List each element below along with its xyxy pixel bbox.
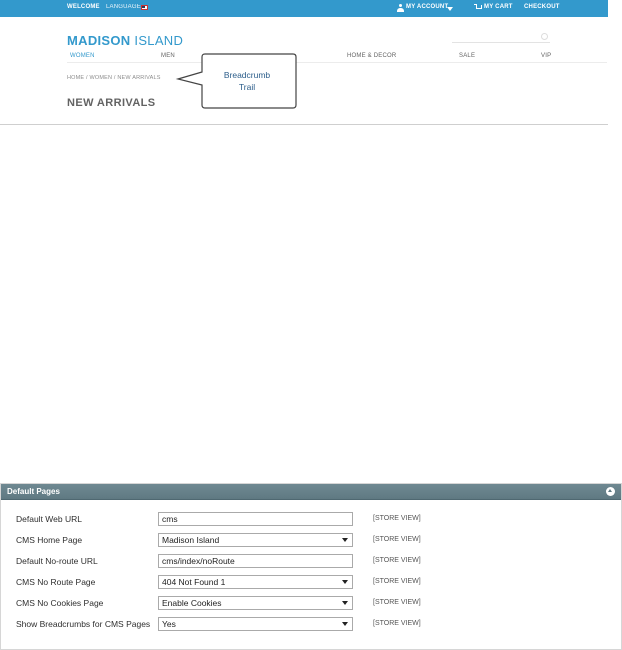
nav-women[interactable]: WOMEN (70, 53, 95, 59)
nav-divider (67, 62, 607, 63)
panel-title: Default Pages (7, 487, 60, 496)
my-cart-link[interactable]: MY CART (484, 4, 513, 10)
collapse-icon[interactable] (606, 487, 615, 496)
config-row-cms-home-page: CMS Home Page Madison Island [STORE VIEW… (1, 533, 621, 555)
field-label: Show Breadcrumbs for CMS Pages (16, 619, 151, 629)
field-label: Default Web URL (16, 514, 82, 524)
nav-men[interactable]: MEN (161, 53, 175, 59)
dropdown-arrow-icon (342, 622, 348, 626)
default-pages-panel: Default Pages Default Web URL [STORE VIE… (0, 483, 622, 650)
breadcrumb[interactable]: HOME / WOMEN / NEW ARRIVALS (67, 75, 161, 81)
show-breadcrumbs-select[interactable]: Yes (158, 617, 353, 631)
breadcrumb-callout: Breadcrumb Trail (175, 53, 297, 109)
scope-label: [STORE VIEW] (373, 515, 421, 522)
cms-no-route-page-select[interactable]: 404 Not Found 1 (158, 575, 353, 589)
nav-sale[interactable]: SALE (459, 53, 475, 59)
scope-label: [STORE VIEW] (373, 578, 421, 585)
store-logo[interactable]: MADISON ISLAND (67, 33, 183, 48)
config-row-default-web-url: Default Web URL [STORE VIEW] (1, 512, 621, 534)
config-row-cms-no-cookies-page: CMS No Cookies Page Enable Cookies [STOR… (1, 596, 621, 618)
us-flag-icon (141, 5, 148, 10)
cart-icon (474, 4, 482, 9)
dropdown-arrow-icon (342, 601, 348, 605)
panel-header[interactable]: Default Pages (1, 484, 621, 500)
callout-line-2: Trail (238, 82, 256, 92)
scope-label: [STORE VIEW] (373, 599, 421, 606)
logo-light: ISLAND (130, 33, 184, 48)
welcome-text: WELCOME (67, 4, 100, 10)
scope-label: [STORE VIEW] (373, 620, 421, 627)
language-switcher[interactable]: LANGUAGE (106, 4, 141, 10)
store-preview: WELCOME LANGUAGE MY ACCOUNT MY CART CHEC… (0, 0, 608, 125)
nav-vip[interactable]: VIP (541, 53, 551, 59)
config-row-show-breadcrumbs: Show Breadcrumbs for CMS Pages Yes [STOR… (1, 617, 621, 639)
page-title: NEW ARRIVALS (67, 97, 156, 109)
field-label: CMS No Route Page (16, 577, 96, 587)
field-label: CMS Home Page (16, 535, 83, 545)
field-label: Default No-route URL (16, 556, 98, 566)
callout-line-1: Breadcrumb (223, 70, 271, 80)
search-icon[interactable] (541, 33, 548, 40)
default-no-route-url-input[interactable] (158, 554, 353, 568)
callout-text: Breadcrumb Trail (197, 69, 297, 93)
dropdown-arrow-icon (342, 580, 348, 584)
scope-label: [STORE VIEW] (373, 557, 421, 564)
search-input[interactable] (452, 34, 550, 43)
selected-value: Enable Cookies (162, 598, 222, 608)
selected-value: Madison Island (162, 535, 220, 545)
cms-no-cookies-page-select[interactable]: Enable Cookies (158, 596, 353, 610)
cms-home-page-select[interactable]: Madison Island (158, 533, 353, 547)
store-topbar: WELCOME LANGUAGE MY ACCOUNT MY CART CHEC… (0, 0, 608, 17)
scope-label: [STORE VIEW] (373, 536, 421, 543)
selected-value: 404 Not Found 1 (162, 577, 226, 587)
config-row-cms-no-route-page: CMS No Route Page 404 Not Found 1 [STORE… (1, 575, 621, 597)
logo-bold: MADISON (67, 33, 131, 48)
chevron-down-icon (447, 7, 453, 11)
default-web-url-input[interactable] (158, 512, 353, 526)
nav-home-decor[interactable]: HOME & DECOR (347, 53, 396, 59)
checkout-link[interactable]: CHECKOUT (524, 4, 560, 10)
selected-value: Yes (162, 619, 176, 629)
my-account-link[interactable]: MY ACCOUNT (406, 4, 448, 10)
user-icon (397, 4, 404, 12)
dropdown-arrow-icon (342, 538, 348, 542)
config-row-default-no-route-url: Default No-route URL [STORE VIEW] (1, 554, 621, 576)
field-label: CMS No Cookies Page (16, 598, 104, 608)
